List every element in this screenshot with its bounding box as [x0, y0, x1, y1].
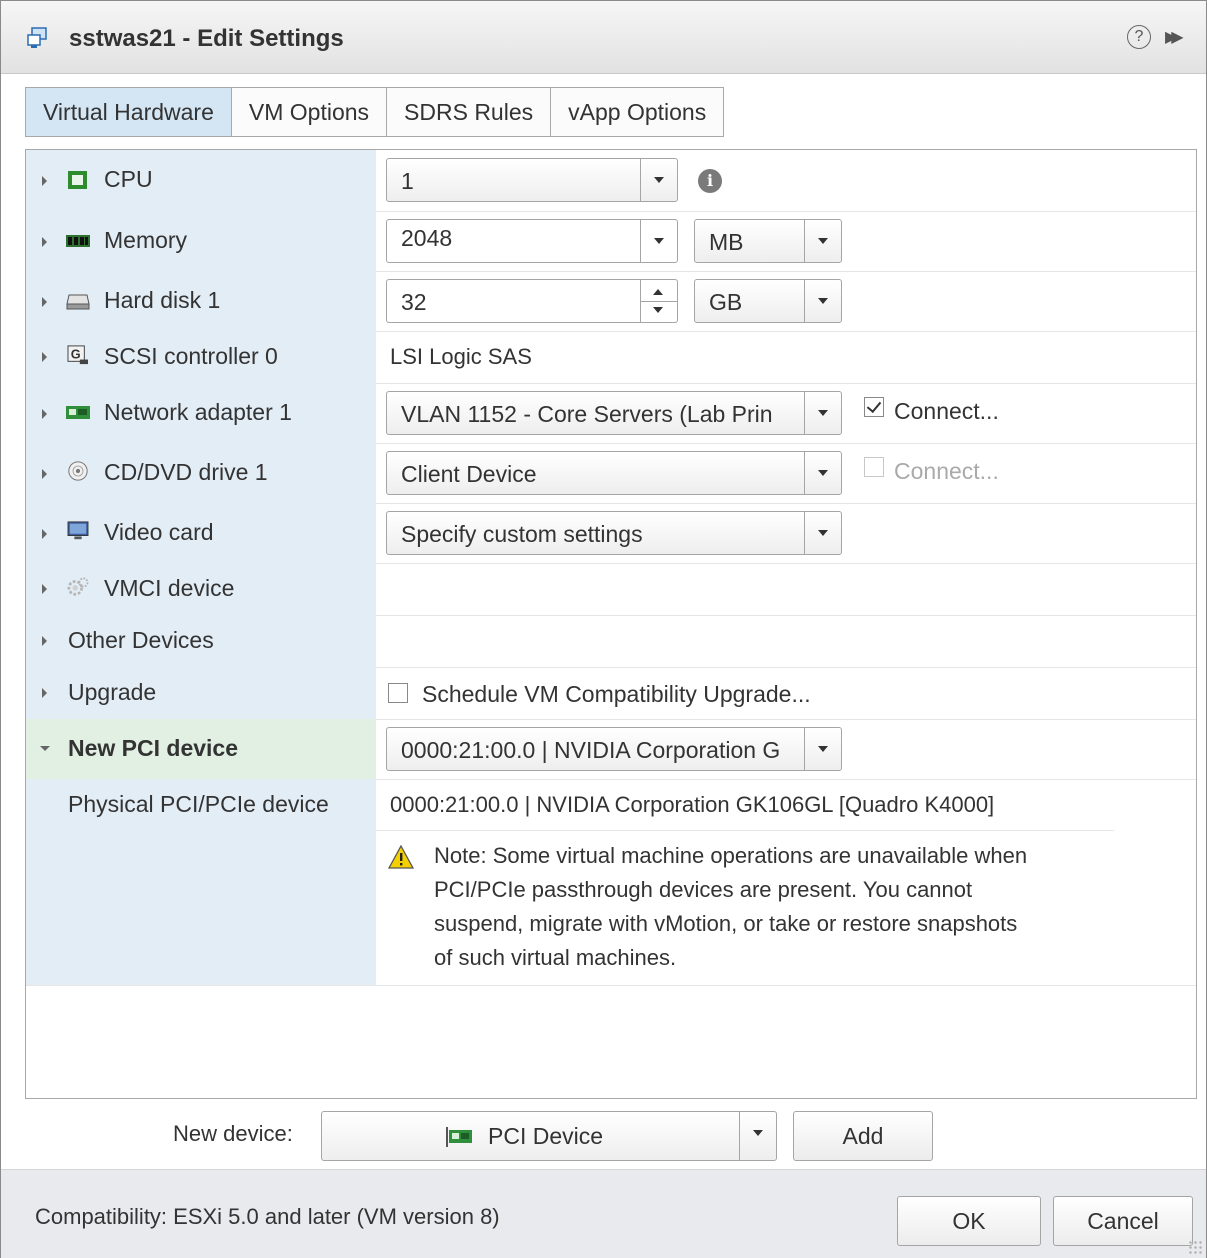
- memory-input[interactable]: 2048: [386, 219, 678, 263]
- vmci-label: VMCI device: [104, 575, 235, 601]
- expand-arrow-icon[interactable]: [42, 688, 47, 698]
- vmci-row: VMCI device: [26, 563, 1196, 616]
- memory-row: Memory 2048 MB: [26, 211, 1196, 272]
- cddvd-label: CD/DVD drive 1: [104, 459, 268, 485]
- video-card-select[interactable]: Specify custom settings: [386, 511, 842, 555]
- network-connect-checkbox[interactable]: [864, 397, 884, 417]
- cddvd-select[interactable]: Client Device: [386, 451, 842, 495]
- chevron-down-icon[interactable]: [804, 512, 841, 554]
- dialog-title: sstwas21 - Edit Settings: [69, 25, 344, 52]
- new-pci-device-label: New PCI device: [68, 735, 239, 761]
- other-devices-label: Other Devices: [68, 627, 214, 653]
- video-card-label: Video card: [104, 519, 214, 545]
- memory-unit-select[interactable]: MB: [694, 219, 842, 263]
- hard-disk-label: Hard disk 1: [104, 287, 221, 313]
- tab-bar: Virtual Hardware VM Options SDRS Rules v…: [25, 87, 725, 137]
- expand-arrow-icon[interactable]: [42, 352, 47, 362]
- expand-arrow-icon[interactable]: [42, 529, 47, 539]
- new-pci-device-row: New PCI device 0000:21:00.0 | NVIDIA Cor…: [26, 719, 1196, 780]
- warning-icon: [388, 845, 414, 869]
- tab-vm-options[interactable]: VM Options: [231, 87, 388, 137]
- new-device-label: New device:: [173, 1121, 293, 1146]
- pci-device-select[interactable]: 0000:21:00.0 | NVIDIA Corporation G: [386, 727, 842, 771]
- chevron-down-icon[interactable]: [804, 220, 841, 262]
- network-adapter-icon: [66, 406, 90, 419]
- chevron-down-icon[interactable]: [739, 1112, 776, 1160]
- cpu-icon: [68, 171, 87, 189]
- cddvd-row: CD/DVD drive 1 Client Device Connect...: [26, 443, 1196, 504]
- cpu-row: CPU 1 i: [26, 150, 1196, 212]
- hard-disk-icon: [66, 294, 90, 310]
- chevron-down-icon[interactable]: [804, 452, 841, 494]
- note-row: Note: Some virtual machine operations ar…: [26, 831, 1196, 986]
- expand-arrow-icon[interactable]: [42, 584, 47, 594]
- compatibility-text: Compatibility: ESXi 5.0 and later (VM ve…: [35, 1204, 500, 1229]
- passthrough-note: Note: Some virtual machine operations ar…: [434, 843, 1028, 970]
- expand-arrow-icon[interactable]: [42, 636, 47, 646]
- cddvd-connect-label: Connect...: [894, 458, 999, 484]
- scsi-row: G SCSI controller 0 LSI Logic SAS: [26, 331, 1196, 384]
- expand-arrow-icon[interactable]: [42, 176, 47, 186]
- hardware-panel: CPU 1 i Memory 2048 MB Hard disk 1 32 GB…: [25, 149, 1197, 1099]
- cd-icon: [68, 461, 88, 481]
- info-icon[interactable]: i: [698, 169, 722, 193]
- scsi-label: SCSI controller 0: [104, 343, 278, 369]
- chevron-down-icon[interactable]: [640, 159, 677, 201]
- expand-arrow-icon[interactable]: [42, 409, 47, 419]
- vm-icon: [27, 27, 47, 48]
- other-devices-row: Other Devices: [26, 615, 1196, 668]
- chevron-down-icon[interactable]: [804, 728, 841, 770]
- memory-label: Memory: [104, 227, 188, 253]
- tab-vapp-options[interactable]: vApp Options: [551, 87, 725, 137]
- chevron-down-icon[interactable]: [804, 280, 841, 322]
- physical-pci-label: Physical PCI/PCIe device: [68, 791, 329, 817]
- network-connect-label: Connect...: [894, 398, 999, 424]
- physical-pci-value: 0000:21:00.0 | NVIDIA Corporation GK106G…: [390, 792, 995, 817]
- cddvd-connect-checkbox[interactable]: [864, 457, 884, 477]
- collapse-arrow-icon[interactable]: [40, 746, 50, 751]
- ok-button[interactable]: OK: [897, 1196, 1041, 1246]
- chevron-down-icon[interactable]: [640, 220, 677, 262]
- scsi-type-value: LSI Logic SAS: [390, 344, 532, 369]
- title-bar: sstwas21 - Edit Settings ? ▶▶: [1, 1, 1206, 74]
- tab-virtual-hardware[interactable]: Virtual Hardware: [25, 87, 232, 137]
- new-device-select[interactable]: PCI Device: [321, 1111, 777, 1161]
- expand-arrow-icon[interactable]: [42, 237, 47, 247]
- tab-sdrs-rules[interactable]: SDRS Rules: [387, 87, 552, 137]
- expand-arrow-icon[interactable]: [42, 469, 47, 479]
- edit-settings-dialog: sstwas21 - Edit Settings ? ▶▶ Virtual Ha…: [0, 0, 1207, 1258]
- monitor-icon: [67, 521, 89, 540]
- video-card-row: Video card Specify custom settings: [26, 503, 1196, 564]
- spinner-icon[interactable]: [640, 280, 677, 322]
- network-adapter-row: Network adapter 1 VLAN 1152 - Core Serve…: [26, 383, 1196, 444]
- upgrade-row: Upgrade Schedule VM Compatibility Upgrad…: [26, 667, 1196, 720]
- svg-text:G: G: [71, 347, 81, 362]
- help-icon[interactable]: ?: [1127, 25, 1151, 49]
- footer: Compatibility: ESXi 5.0 and later (VM ve…: [1, 1169, 1206, 1258]
- chevron-down-icon[interactable]: [804, 392, 841, 434]
- gear-icon: [67, 577, 89, 596]
- physical-pci-row: Physical PCI/PCIe device 0000:21:00.0 | …: [26, 779, 1196, 831]
- scsi-controller-icon: G: [67, 345, 88, 365]
- network-adapter-label: Network adapter 1: [104, 399, 292, 425]
- cancel-button[interactable]: Cancel: [1053, 1196, 1193, 1246]
- memory-icon: [66, 235, 90, 247]
- expand-icon[interactable]: ▶▶: [1165, 27, 1183, 47]
- expand-arrow-icon[interactable]: [42, 297, 47, 307]
- hard-disk-size-stepper[interactable]: 32: [386, 279, 678, 323]
- schedule-upgrade-checkbox[interactable]: [388, 683, 408, 703]
- add-device-button[interactable]: Add: [793, 1111, 933, 1161]
- cpu-select[interactable]: 1: [386, 158, 678, 202]
- hard-disk-row: Hard disk 1 32 GB: [26, 271, 1196, 332]
- pci-device-icon: [446, 1127, 472, 1147]
- network-select[interactable]: VLAN 1152 - Core Servers (Lab Prin: [386, 391, 842, 435]
- schedule-upgrade-label: Schedule VM Compatibility Upgrade...: [422, 681, 811, 707]
- cpu-label: CPU: [104, 166, 153, 192]
- resize-grip-icon[interactable]: [1188, 1240, 1202, 1254]
- upgrade-label: Upgrade: [68, 679, 157, 705]
- hard-disk-unit-select[interactable]: GB: [694, 279, 842, 323]
